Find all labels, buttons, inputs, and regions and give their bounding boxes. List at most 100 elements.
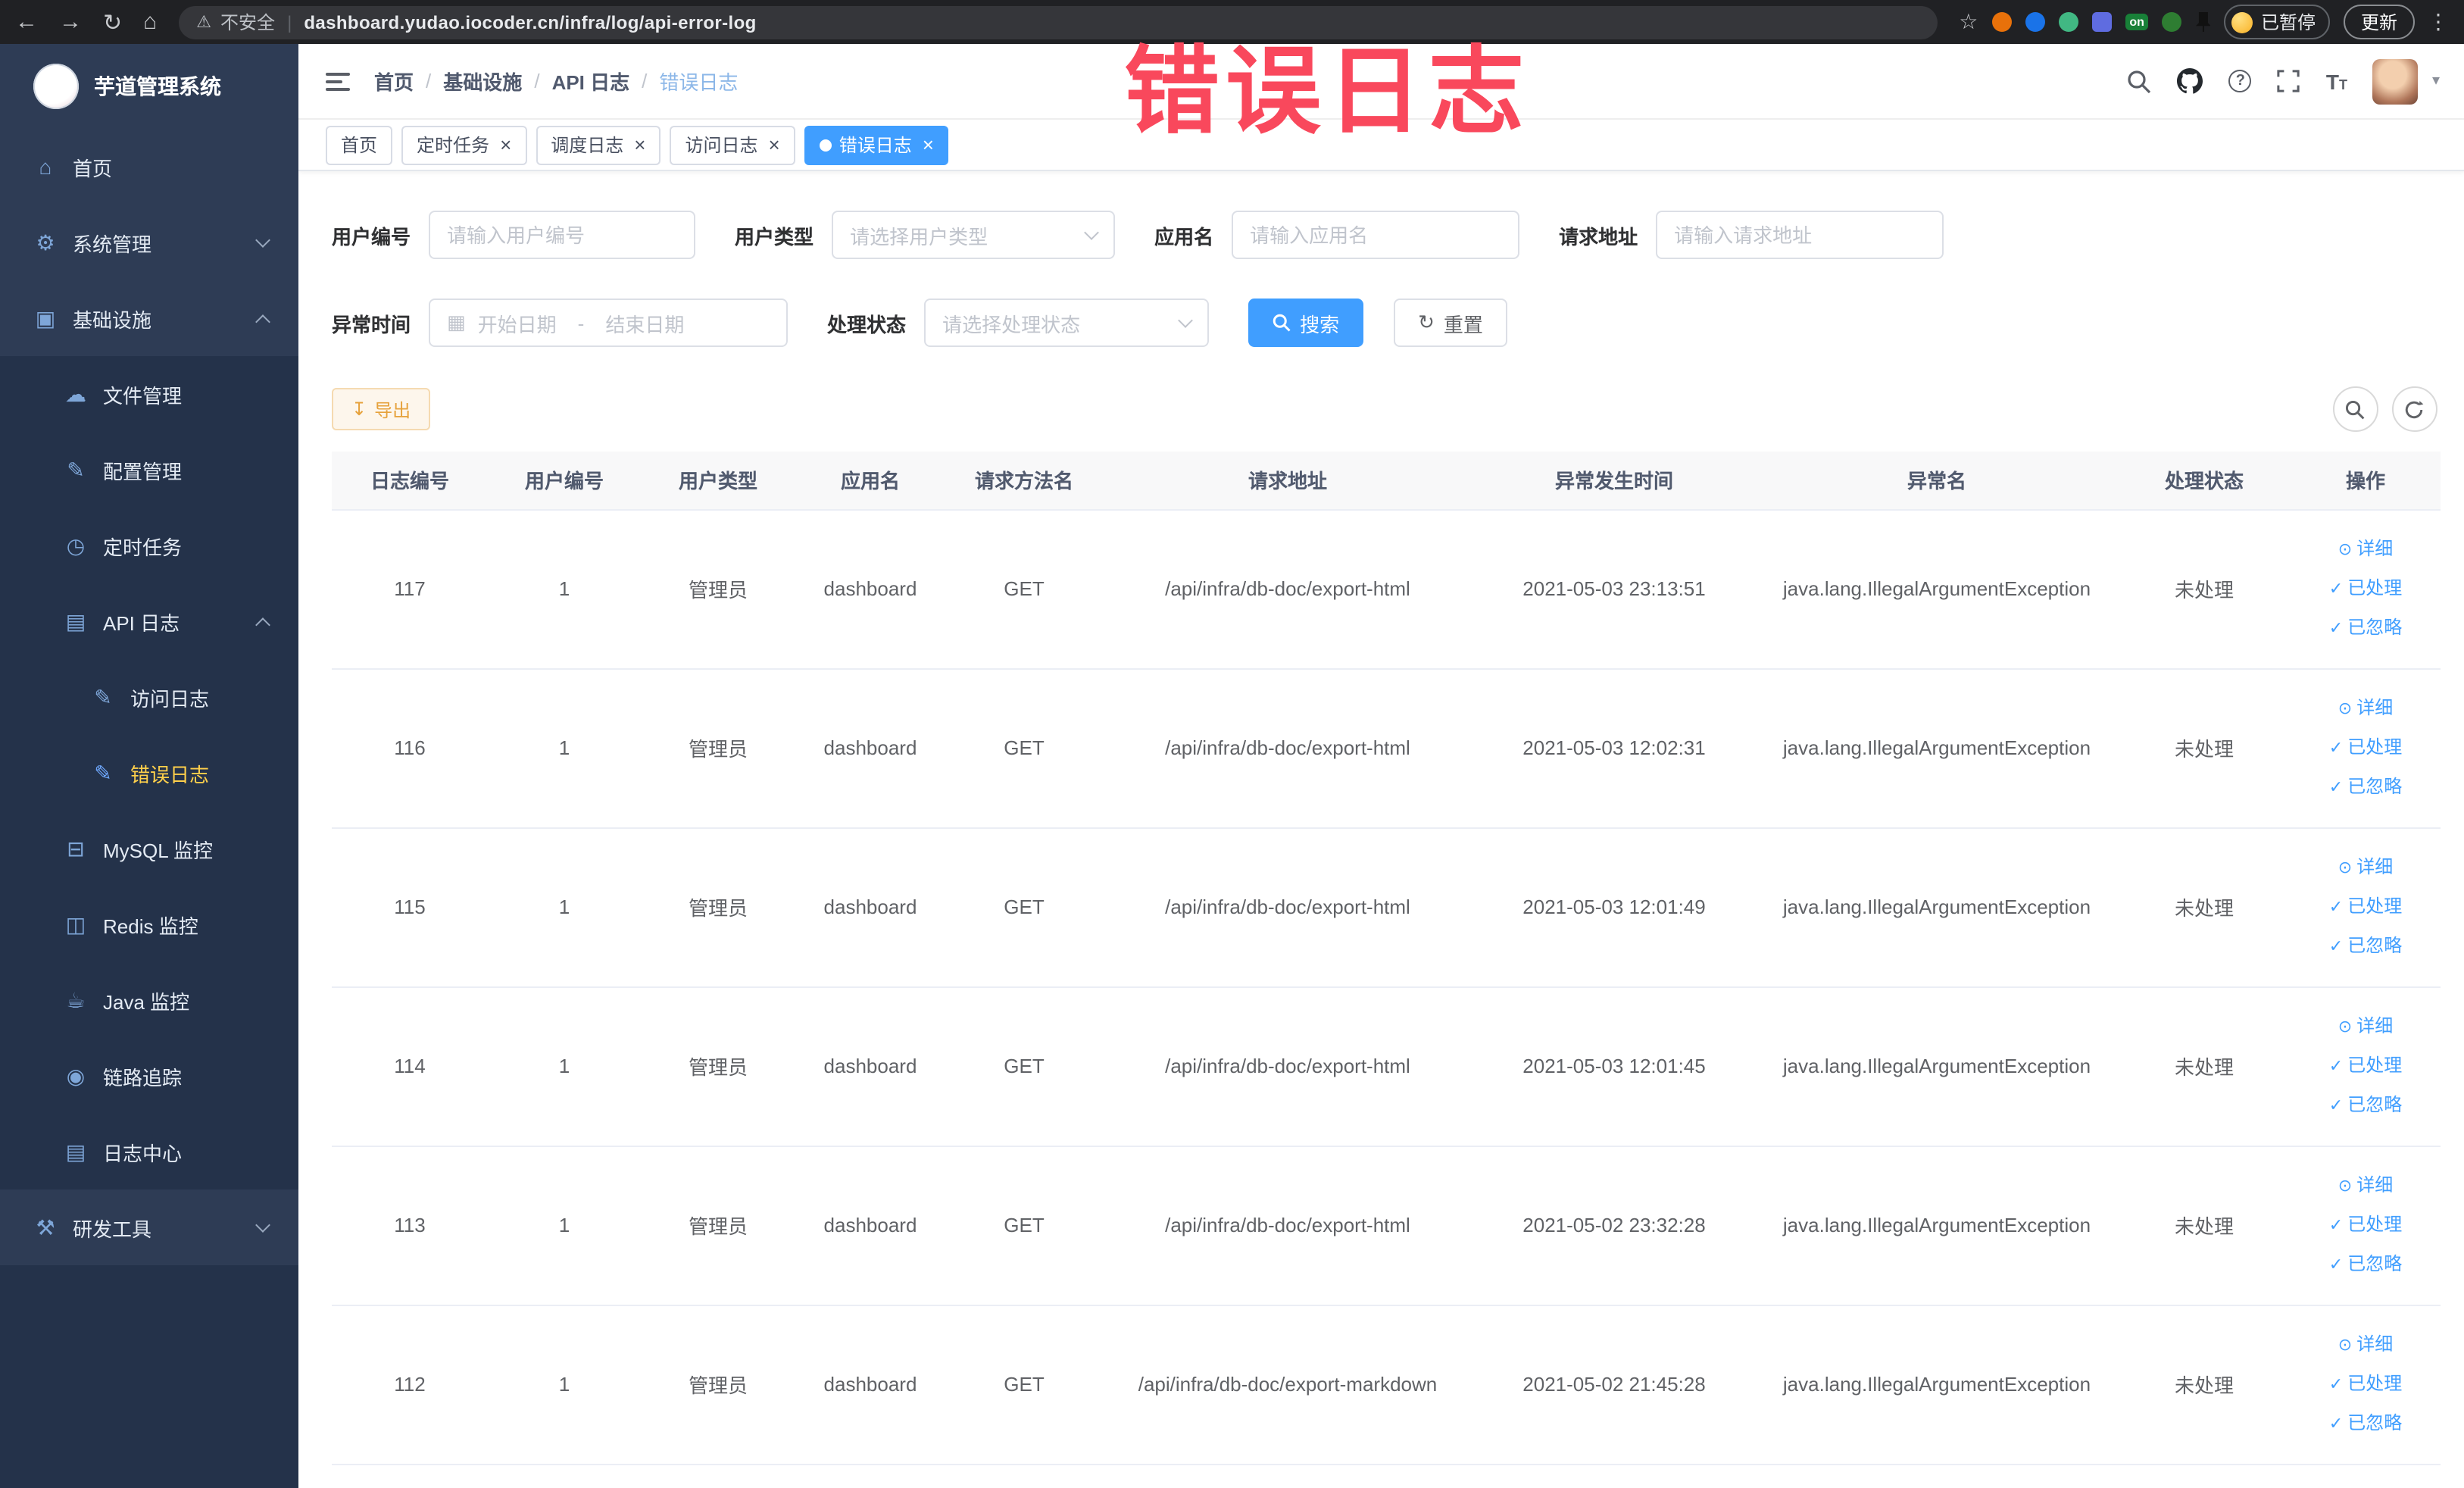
close-icon[interactable]: ×	[500, 135, 511, 155]
sidebar-item[interactable]: ⊟ MySQL 监控	[0, 811, 298, 886]
breadcrumb-item[interactable]: 错误日志	[659, 67, 738, 95]
check-icon: ✓	[2328, 580, 2344, 598]
cell-id: 116	[332, 668, 488, 828]
action-link[interactable]: ✓ 已忽略	[2291, 767, 2441, 807]
help-icon[interactable]: ?	[2228, 70, 2252, 92]
font-size-icon[interactable]: TT	[2326, 69, 2347, 93]
action-link[interactable]: ✓ 已忽略	[2291, 1086, 2441, 1125]
tab[interactable]: 访问日志 ×	[670, 125, 795, 164]
action-link[interactable]: ✓ 已处理	[2291, 569, 2441, 608]
action-link[interactable]: ✓ 已忽略	[2291, 1245, 2441, 1284]
table-row: 112 1 管理员 dashboard GET/api/infra/db-doc/exp…	[332, 1305, 2441, 1465]
cell-id: 113	[332, 1146, 488, 1305]
cell-status: 未处理	[2118, 986, 2291, 1146]
user-avatar[interactable]	[2372, 58, 2419, 104]
toggle-search-button[interactable]	[2332, 386, 2378, 432]
user-type-select[interactable]: 请选择用户类型	[832, 211, 1116, 259]
pin-extension-icon[interactable]	[2195, 12, 2211, 32]
action-detail[interactable]: ⊙ 详细	[2291, 689, 2441, 728]
user-id-input[interactable]	[429, 211, 696, 259]
extension-on-badge[interactable]: on	[2125, 14, 2149, 30]
action-link[interactable]: ✓ 已处理	[2291, 887, 2441, 927]
extension-icon[interactable]	[2162, 12, 2182, 32]
action-detail[interactable]: ⊙ 详细	[2291, 530, 2441, 569]
address-bar[interactable]: ⚠ 不安全 | dashboard.yudao.iocoder.cn/infra…	[178, 5, 1938, 39]
tab[interactable]: 调度日志 ×	[536, 125, 661, 164]
sidebar-item[interactable]: ✎ 配置管理	[0, 432, 298, 508]
sidebar-item[interactable]: ⌂ 首页	[0, 129, 298, 205]
cell-user_id: 1	[488, 1146, 641, 1305]
breadcrumb-item[interactable]: API 日志	[552, 67, 630, 95]
page-content: 用户编号 用户类型 请选择用户类型 应用名 请求地址	[298, 171, 2464, 1487]
tab[interactable]: 错误日志 ×	[804, 125, 949, 164]
forward-icon[interactable]: →	[59, 9, 82, 35]
sidebar-item[interactable]: ☁ 文件管理	[0, 356, 298, 432]
sidebar-item[interactable]: ✎ 访问日志	[0, 659, 298, 735]
extension-icon[interactable]	[2025, 12, 2045, 32]
exception-time-range-picker[interactable]: ▦ 开始日期 - 结束日期	[429, 299, 789, 347]
request-url-input[interactable]	[1656, 211, 1944, 259]
update-button[interactable]: 更新	[2344, 5, 2414, 39]
sidebar-item[interactable]: ◫ Redis 监控	[0, 886, 298, 962]
refresh-table-button[interactable]	[2391, 386, 2437, 432]
action-link[interactable]: ✓ 已忽略	[2291, 927, 2441, 966]
action-detail[interactable]: ⊙ 详细	[2291, 1166, 2441, 1205]
action-link[interactable]: ✓ 已处理	[2291, 1365, 2441, 1404]
back-icon[interactable]: ←	[15, 9, 38, 35]
github-icon[interactable]	[2177, 68, 2203, 94]
sidebar-item[interactable]: ◷ 定时任务	[0, 508, 298, 583]
close-icon[interactable]: ×	[769, 135, 780, 155]
extension-icon[interactable]	[1991, 12, 2012, 32]
sidebar-item[interactable]: ▤ API 日志	[0, 583, 298, 659]
sidebar-item[interactable]: ☕ Java 监控	[0, 962, 298, 1038]
sidebar-item[interactable]: ▣ 基础设施	[0, 280, 298, 356]
vue-devtools-icon[interactable]	[2058, 12, 2078, 32]
action-detail[interactable]: ⊙ 详细	[2291, 1007, 2441, 1046]
action-link[interactable]: ✓ 已忽略	[2291, 1404, 2441, 1443]
action-detail[interactable]: ⊙ 详细	[2291, 1325, 2441, 1365]
app-logo[interactable]: 芋道管理系统	[0, 44, 298, 129]
action-detail[interactable]: ⊙ 详细	[2291, 848, 2441, 887]
check-icon: ✓	[2328, 1057, 2344, 1075]
sidebar-item[interactable]: ⚒ 研发工具	[0, 1189, 298, 1265]
action-link[interactable]: ✓ 已忽略	[2291, 608, 2441, 648]
reload-icon[interactable]: ↻	[103, 8, 122, 36]
column-header: 用户编号	[488, 452, 641, 510]
collapse-sidebar-icon[interactable]	[326, 72, 350, 90]
browser-menu-icon[interactable]: ⋮	[2428, 9, 2449, 35]
paused-badge[interactable]: 已暂停	[2224, 5, 2331, 39]
sidebar-item[interactable]: ✎ 错误日志	[0, 735, 298, 811]
app-name-input[interactable]	[1232, 211, 1520, 259]
sidebar-item-label: 研发工具	[73, 1218, 152, 1240]
sidebar-filler	[0, 1265, 298, 1487]
home-icon[interactable]: ⌂	[143, 9, 157, 35]
chevron-down-icon	[255, 233, 270, 248]
column-header: 异常发生时间	[1472, 452, 1756, 510]
close-icon[interactable]: ×	[923, 135, 934, 155]
close-icon[interactable]: ×	[634, 135, 645, 155]
reset-button[interactable]: ↻ 重置	[1394, 299, 1507, 347]
bookmark-star-icon[interactable]: ☆	[1959, 9, 1978, 35]
layers-icon: ◫	[65, 911, 86, 936]
search-button[interactable]: 搜索	[1248, 299, 1364, 347]
search-icon[interactable]	[2128, 69, 2152, 93]
column-header: 应用名	[795, 452, 945, 510]
action-link[interactable]: ✓ 已处理	[2291, 1205, 2441, 1245]
action-label: 详细	[2356, 1174, 2394, 1195]
sidebar-item[interactable]: ◉ 链路追踪	[0, 1038, 298, 1114]
sidebar-item-label: 链路追踪	[103, 1066, 183, 1089]
tab[interactable]: 首页	[326, 125, 393, 164]
export-button[interactable]: ↧ 导出	[332, 388, 431, 430]
extension-icon[interactable]	[2091, 12, 2112, 32]
action-link[interactable]: ✓ 已处理	[2291, 1046, 2441, 1086]
sidebar-item[interactable]: ▤ 日志中心	[0, 1114, 298, 1189]
process-status-select[interactable]: 请选择处理状态	[924, 299, 1210, 347]
tab[interactable]: 定时任务 ×	[401, 125, 527, 164]
caret-down-icon[interactable]: ▾	[2432, 73, 2440, 89]
fullscreen-icon[interactable]	[2278, 70, 2300, 92]
error-log-table: 日志编号 用户编号 用户类型 应用名 请求方法名 请求地址 异常发生时间 异常名 处理状态 操作 …	[332, 452, 2441, 1465]
sidebar-item[interactable]: ⚙ 系统管理	[0, 205, 298, 280]
breadcrumb-item[interactable]: 首页	[374, 67, 414, 95]
breadcrumb-item[interactable]: 基础设施	[443, 67, 522, 95]
action-link[interactable]: ✓ 已处理	[2291, 728, 2441, 767]
